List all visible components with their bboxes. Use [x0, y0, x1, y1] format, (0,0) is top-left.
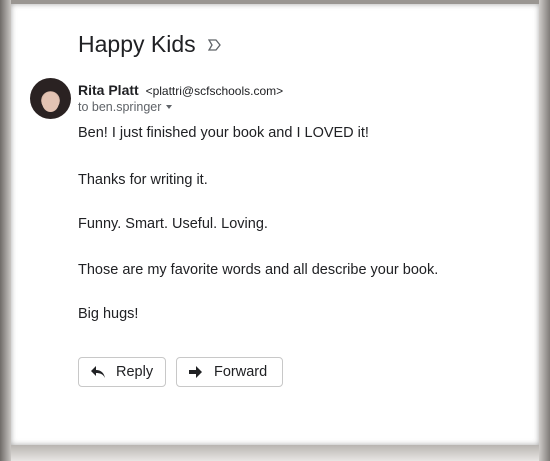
sender-line: Rita Platt <plattri@scfschools.com>: [78, 82, 283, 98]
forward-label: Forward: [214, 364, 268, 380]
sender-avatar[interactable]: [30, 78, 71, 119]
sender-name[interactable]: Rita Platt: [78, 82, 139, 98]
reply-icon: [91, 366, 105, 378]
forward-icon: [189, 366, 202, 378]
subject-text: Happy Kids: [78, 31, 196, 57]
forward-button[interactable]: Forward: [176, 357, 283, 387]
body-line-5: Big hugs!: [78, 306, 139, 322]
body-line-1: Ben! I just finished your book and I LOV…: [78, 125, 369, 141]
reply-button[interactable]: Reply: [78, 357, 166, 387]
reply-label: Reply: [116, 364, 154, 380]
recipient-line[interactable]: to ben.springer: [78, 100, 173, 114]
body-line-3: Funny. Smart. Useful. Loving.: [78, 216, 268, 232]
frame-edge: [539, 0, 550, 461]
sender-email: <plattri@scfschools.com>: [145, 84, 284, 98]
recipient-text: to ben.springer: [78, 100, 162, 114]
email-subject: Happy Kids: [78, 31, 222, 58]
body-line-4: Those are my favorite words and all desc…: [78, 262, 439, 278]
chevron-down-icon[interactable]: [166, 105, 173, 109]
body-line-2: Thanks for writing it.: [78, 172, 208, 188]
label-arrow-icon[interactable]: [207, 38, 222, 51]
